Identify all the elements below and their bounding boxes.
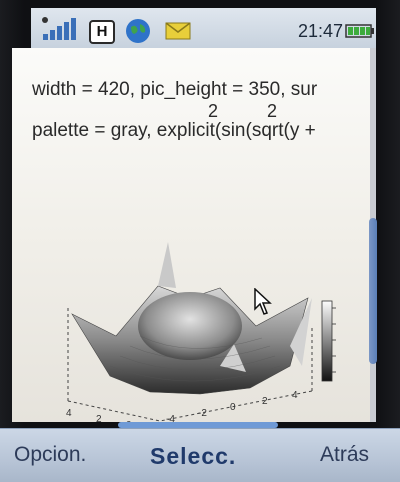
pointer-cursor-icon — [254, 288, 272, 315]
phone-screen: H 21:47 width = 420, pic_height = 350, s… — [0, 0, 400, 482]
vertical-scroll-thumb[interactable] — [369, 218, 377, 364]
content-area[interactable]: width = 420, pic_height = 350, sur 2 2 p… — [12, 48, 376, 422]
battery-icon — [345, 24, 374, 38]
y-tick-label: 4 — [292, 390, 298, 401]
y-tick-label: -2 — [198, 408, 207, 419]
select-softkey[interactable]: Selecc. — [150, 443, 236, 470]
mail-icon — [165, 22, 191, 40]
options-softkey[interactable]: Opcion. — [14, 443, 86, 467]
surface-plot: 4 2 0 -4 -2 0 2 4 — [66, 242, 336, 422]
y-tick-label: -4 — [166, 414, 175, 422]
code-superscript: 2 2 — [208, 101, 300, 121]
y-tick-label: 2 — [262, 396, 268, 407]
back-softkey[interactable]: Atrás — [320, 443, 369, 467]
y-tick-label: 0 — [230, 402, 236, 413]
clock: 21:47 — [297, 21, 343, 41]
colorbar — [321, 300, 333, 382]
network-h-icon: H — [89, 20, 115, 44]
x-tick-label: 4 — [66, 408, 72, 419]
signal-strength-icon — [42, 17, 76, 40]
x-tick-label: 2 — [96, 414, 102, 422]
softkey-bar: Opcion. Selecc. Atrás — [0, 428, 400, 482]
code-line: palette = gray, explicit(sin(sqrt(y + — [32, 120, 316, 141]
globe-icon — [126, 19, 150, 43]
code-line: width = 420, pic_height = 350, sur — [32, 79, 318, 100]
status-bar: H 21:47 — [31, 8, 376, 49]
